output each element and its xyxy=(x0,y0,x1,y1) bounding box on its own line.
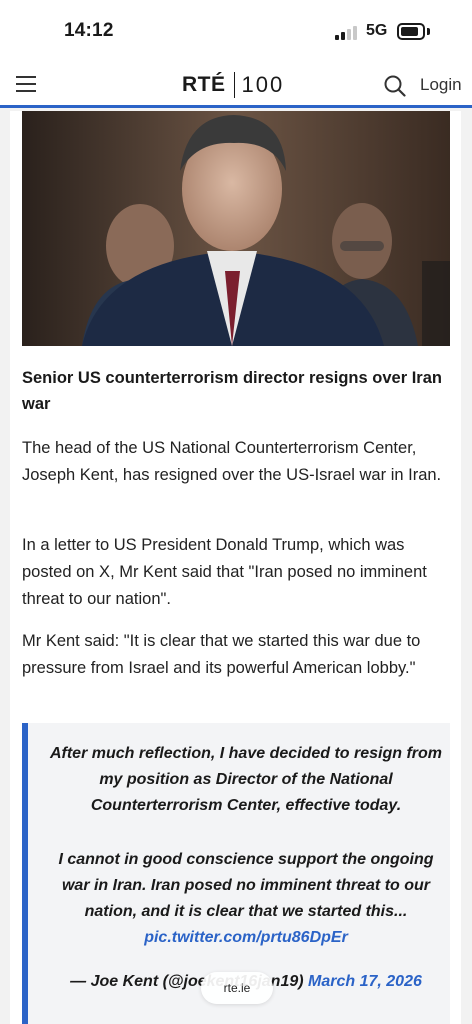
article-card: Senior US counterterrorism director resi… xyxy=(10,111,461,1024)
quote-paragraph: After much reflection, I have decided to… xyxy=(49,745,443,814)
quote-text: I cannot in good conscience support the … xyxy=(58,851,434,920)
tweet-date-link[interactable]: March 17, 2026 xyxy=(308,973,422,990)
battery-icon xyxy=(397,23,425,40)
logo-100: 100 xyxy=(241,72,285,97)
hero-photo[interactable] xyxy=(22,111,450,346)
login-link[interactable]: Login xyxy=(420,75,462,95)
article-paragraph: The head of the US National Counterterro… xyxy=(22,439,442,484)
url-text: rte.ie xyxy=(223,981,251,995)
status-bar: 14:12 5G xyxy=(0,0,472,62)
tweet-image-link[interactable]: pic.twitter.com/prtu86DpEr xyxy=(144,929,348,946)
logo-rte: RTÉ xyxy=(182,73,226,96)
status-time: 14:12 xyxy=(64,20,114,41)
article-paragraph: In a letter to US President Donald Trump… xyxy=(22,536,427,608)
url-pill[interactable]: rte.ie xyxy=(201,972,273,1004)
search-icon[interactable] xyxy=(384,75,406,97)
logo-divider xyxy=(233,72,235,98)
article-paragraph: Mr Kent said: "It is clear that we start… xyxy=(22,632,421,677)
site-logo[interactable]: RTÉ 100 xyxy=(182,70,284,100)
site-header: RTÉ 100 Login xyxy=(0,62,472,108)
signal-icon xyxy=(335,24,361,40)
article-headline: Senior US counterterrorism director resi… xyxy=(22,369,442,413)
battery-tip xyxy=(427,28,430,35)
menu-icon[interactable] xyxy=(16,76,36,92)
network-label: 5G xyxy=(366,22,388,39)
quote-paragraph: I cannot in good conscience support the … xyxy=(48,847,444,951)
